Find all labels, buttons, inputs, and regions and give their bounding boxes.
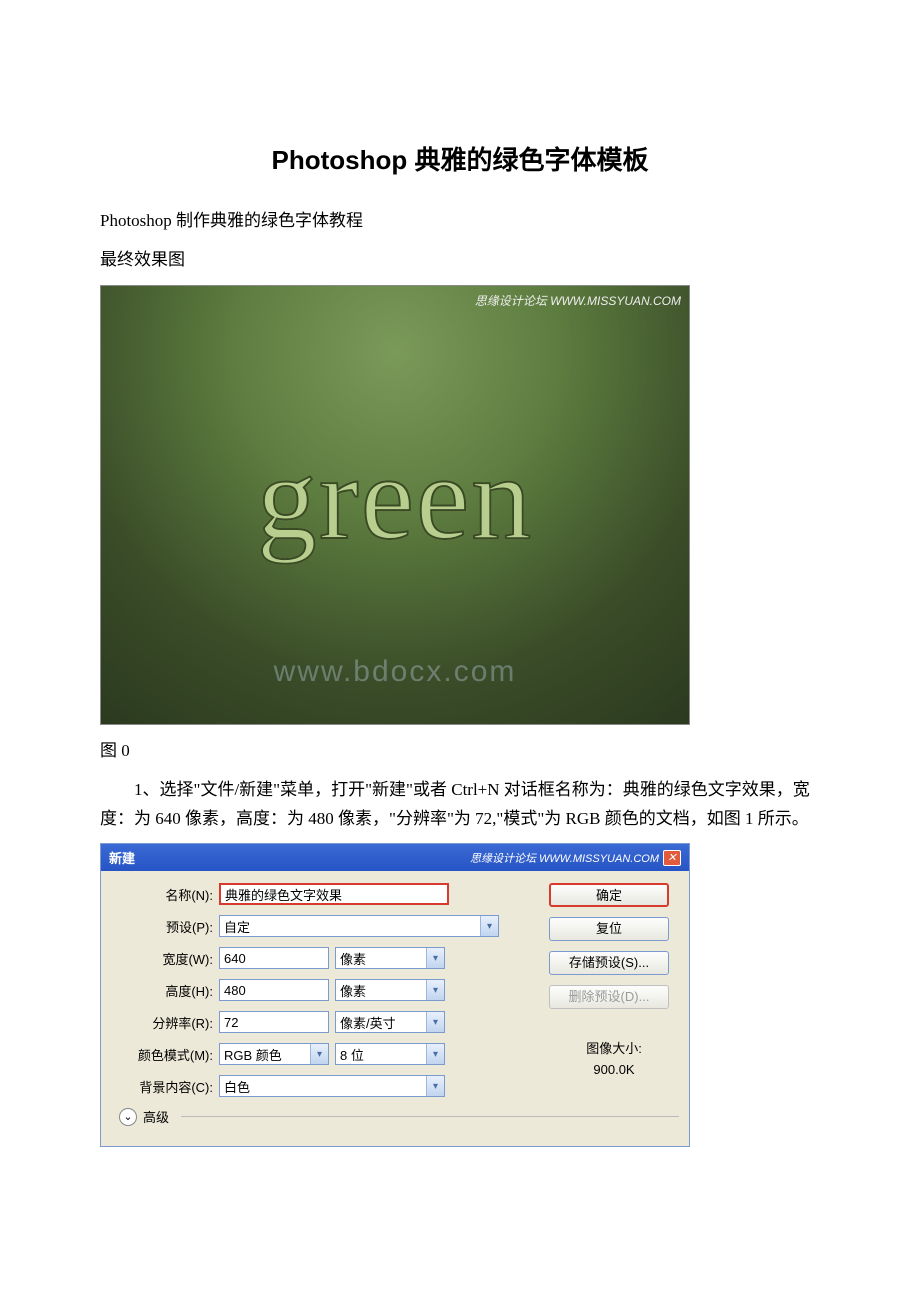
delete-preset-button: 删除预设(D)... <box>549 985 669 1009</box>
select-resolution-unit[interactable]: 像素/英寸 ▾ <box>335 1011 445 1033</box>
select-width-unit[interactable]: 像素 ▾ <box>335 947 445 969</box>
dialog-titlebar: 新建 思缘设计论坛 WWW.MISSYUAN.COM ✕ <box>101 844 689 871</box>
reset-button[interactable]: 复位 <box>549 917 669 941</box>
figure-0-text: green <box>257 429 533 567</box>
label-preset: 预设(P): <box>111 917 219 936</box>
intro-2: 最终效果图 <box>100 246 820 275</box>
input-height[interactable] <box>219 979 329 1001</box>
chevron-down-icon: ▾ <box>426 1076 444 1096</box>
input-width[interactable] <box>219 947 329 969</box>
label-width: 宽度(W): <box>111 949 219 968</box>
label-color-mode: 颜色模式(M): <box>111 1045 219 1064</box>
figure-0: 思缘设计论坛 WWW.MISSYUAN.COM green www.bdocx.… <box>100 285 690 725</box>
dialog-watermark: 思缘设计论坛 WWW.MISSYUAN.COM ✕ <box>470 850 681 866</box>
advanced-label: 高级 <box>143 1107 169 1126</box>
step-1: 1、选择"文件/新建"菜单，打开"新建"或者 Ctrl+N 对话框名称为：典雅的… <box>100 776 820 834</box>
chevron-down-icon: ▾ <box>480 916 498 936</box>
chevron-down-icon: ▾ <box>426 1044 444 1064</box>
select-color-mode[interactable]: RGB 颜色 ▾ <box>219 1043 329 1065</box>
page-title: Photoshop 典雅的绿色字体模板 <box>100 140 820 177</box>
divider <box>181 1116 679 1117</box>
select-bg-content[interactable]: 白色 ▾ <box>219 1075 445 1097</box>
chevron-down-icon: ▾ <box>426 948 444 968</box>
dialog-title-text: 新建 <box>109 848 135 867</box>
image-size-block: 图像大小: 900.0K <box>549 1039 679 1081</box>
chevron-down-icon: ▾ <box>426 980 444 1000</box>
image-size-value: 900.0K <box>549 1060 679 1081</box>
figure-0-watermark-bottom: www.bdocx.com <box>274 655 517 689</box>
close-icon[interactable]: ✕ <box>663 850 681 866</box>
label-resolution: 分辨率(R): <box>111 1013 219 1032</box>
label-name: 名称(N): <box>111 885 219 904</box>
select-bit-depth[interactable]: 8 位 ▾ <box>335 1043 445 1065</box>
select-preset[interactable]: 自定 ▾ <box>219 915 499 937</box>
chevron-down-icon: ▾ <box>426 1012 444 1032</box>
figure-0-watermark-top: 思缘设计论坛 WWW.MISSYUAN.COM <box>475 292 681 309</box>
intro-1: Photoshop 制作典雅的绿色字体教程 <box>100 207 820 236</box>
input-resolution[interactable] <box>219 1011 329 1033</box>
save-preset-button[interactable]: 存储预设(S)... <box>549 951 669 975</box>
new-dialog: 新建 思缘设计论坛 WWW.MISSYUAN.COM ✕ 名称(N): 预设(P… <box>100 843 690 1147</box>
label-height: 高度(H): <box>111 981 219 1000</box>
input-name[interactable] <box>219 883 449 905</box>
image-size-label: 图像大小: <box>549 1039 679 1060</box>
ok-button[interactable]: 确定 <box>549 883 669 907</box>
chevron-down-icon: ▾ <box>310 1044 328 1064</box>
select-height-unit[interactable]: 像素 ▾ <box>335 979 445 1001</box>
label-bg-content: 背景内容(C): <box>111 1077 219 1096</box>
advanced-toggle[interactable]: ⌄ <box>119 1108 137 1126</box>
figure-0-caption: 图 0 <box>100 737 820 766</box>
